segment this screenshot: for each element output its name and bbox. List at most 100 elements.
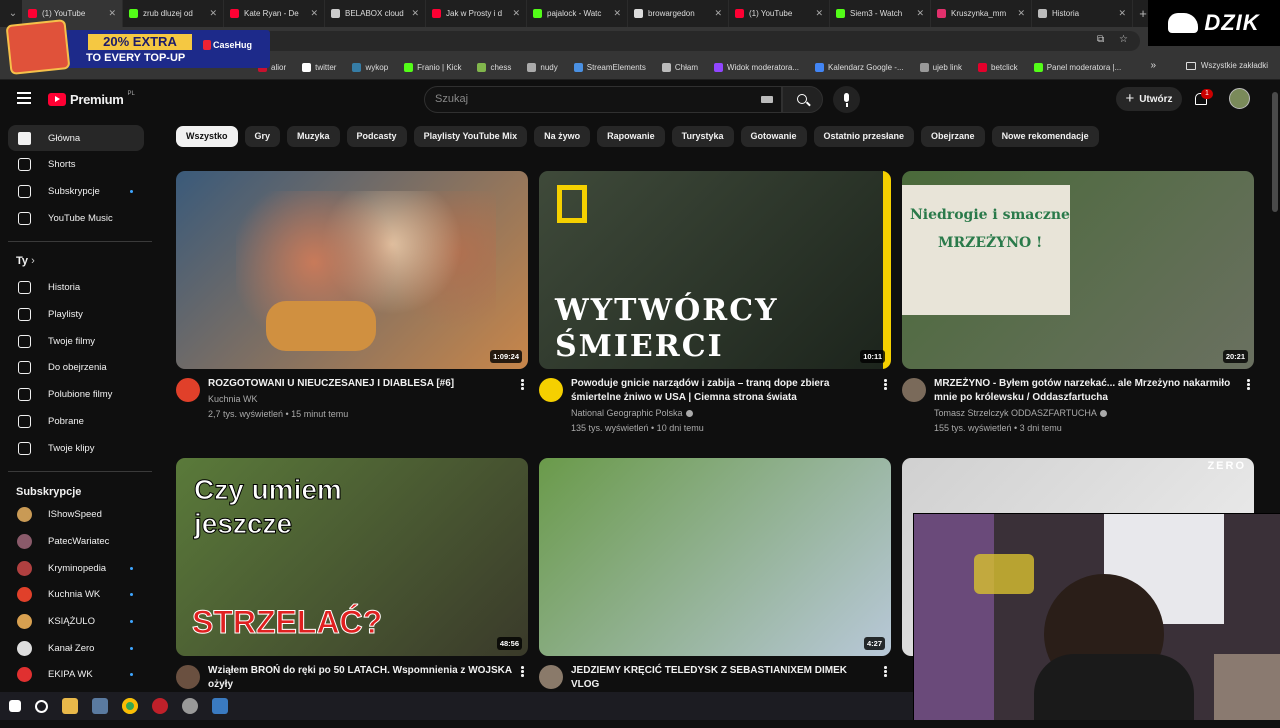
sidebar-item[interactable]: Do obejrzenia bbox=[8, 355, 144, 381]
settings-gear-icon[interactable] bbox=[182, 698, 198, 714]
close-tab-icon[interactable]: ✕ bbox=[209, 8, 217, 19]
sidebar-item[interactable]: Shorts bbox=[8, 152, 144, 178]
sidebar-item[interactable]: Twoje klipy bbox=[8, 435, 144, 461]
sidebar-item[interactable]: Historia bbox=[8, 275, 144, 301]
install-icon[interactable]: ⧉ bbox=[1097, 34, 1104, 45]
channel-avatar[interactable] bbox=[539, 665, 563, 689]
more-options-icon[interactable] bbox=[884, 666, 887, 677]
video-thumbnail[interactable]: Niedrogie i smaczne MRZEŻYNO ! 20:21 bbox=[902, 171, 1254, 369]
video-card[interactable]: Czy umiem jeszcze STRZELAĆ? 48:56 Wziąłem … bbox=[176, 458, 528, 728]
filter-chip[interactable]: Podcasty bbox=[346, 126, 407, 147]
bookmark-item[interactable]: Chłam bbox=[654, 62, 706, 72]
filter-chip[interactable]: Na żywo bbox=[534, 126, 591, 147]
close-tab-icon[interactable]: ✕ bbox=[1017, 8, 1025, 19]
filter-chip[interactable]: Rapowanie bbox=[597, 126, 665, 147]
youtube-logo[interactable]: Premium PL bbox=[48, 91, 135, 107]
page-scrollbar[interactable] bbox=[1272, 92, 1278, 212]
create-button[interactable]: + Utwórz bbox=[1116, 87, 1182, 111]
obs-icon[interactable] bbox=[152, 698, 168, 714]
close-tab-icon[interactable]: ✕ bbox=[411, 8, 419, 19]
voice-search-icon[interactable] bbox=[833, 86, 860, 113]
channel-name[interactable]: Tomasz Strzelczyk ODDASZFARTUCHA bbox=[934, 408, 1107, 418]
subscription-item[interactable]: Kuchnia WK bbox=[8, 582, 144, 608]
windows-start-icon[interactable] bbox=[9, 700, 21, 712]
subscription-item[interactable]: PatecWariatec bbox=[8, 528, 144, 554]
video-title[interactable]: Powoduje gnicie narządów i zabija – tran… bbox=[571, 377, 876, 405]
close-tab-icon[interactable]: ✕ bbox=[815, 8, 823, 19]
more-options-icon[interactable] bbox=[884, 379, 887, 390]
bookmark-item[interactable]: Franio | Kick bbox=[396, 62, 469, 72]
more-options-icon[interactable] bbox=[521, 379, 524, 390]
bookmark-item[interactable]: Widok moderatora... bbox=[706, 62, 807, 72]
search-button[interactable] bbox=[782, 86, 823, 113]
channel-avatar[interactable] bbox=[539, 378, 563, 402]
bookmark-item[interactable]: Kalendarz Google -... bbox=[807, 62, 912, 72]
sidebar-you-heading[interactable]: Ty › bbox=[16, 255, 35, 267]
menu-icon[interactable] bbox=[17, 92, 31, 104]
close-tab-icon[interactable]: ✕ bbox=[916, 8, 924, 19]
close-tab-icon[interactable]: ✕ bbox=[512, 8, 520, 19]
channel-avatar[interactable] bbox=[176, 665, 200, 689]
filter-chip[interactable]: Playlisty YouTube Mix bbox=[413, 126, 528, 147]
sidebar-item[interactable]: Twoje filmy bbox=[8, 328, 144, 354]
browser-tab[interactable]: (1) YouTube ✕ bbox=[729, 0, 830, 27]
more-options-icon[interactable] bbox=[521, 666, 524, 677]
channel-avatar[interactable] bbox=[176, 378, 200, 402]
video-card[interactable]: Niedrogie i smaczne MRZEŻYNO ! 20:21 MRZE… bbox=[902, 171, 1254, 441]
filter-chip[interactable]: Nowe rekomendacje bbox=[991, 126, 1099, 147]
filter-chip[interactable]: Muzyka bbox=[287, 126, 340, 147]
bookmark-item[interactable]: Panel moderatora |... bbox=[1026, 62, 1130, 72]
filter-chip[interactable]: Obejrzane bbox=[921, 126, 985, 147]
sidebar-item[interactable]: YouTube Music bbox=[8, 205, 144, 231]
filter-chip[interactable]: Turystyka bbox=[671, 126, 734, 147]
close-tab-icon[interactable]: ✕ bbox=[310, 8, 318, 19]
video-card[interactable]: 1:09:24 ROZGOTOWANI U NIEUCZESANEJ I DIA… bbox=[176, 171, 528, 441]
app-icon[interactable] bbox=[92, 698, 108, 714]
file-explorer-icon[interactable] bbox=[62, 698, 78, 714]
close-tab-icon[interactable]: ✕ bbox=[714, 8, 722, 19]
bookmark-item[interactable]: ujeb link bbox=[912, 62, 970, 72]
all-bookmarks[interactable]: » Wszystkie zakładki bbox=[1150, 60, 1268, 71]
channel-name[interactable]: Kuchnia WK bbox=[208, 394, 258, 404]
bookmark-star-icon[interactable]: ☆ bbox=[1119, 34, 1128, 45]
account-avatar[interactable] bbox=[1229, 88, 1250, 109]
video-card[interactable]: 4:27 JEDZIEMY KRĘCIĆ TELEDYSK Z SEBASTIA… bbox=[539, 458, 891, 728]
search-input[interactable]: Szukaj bbox=[424, 86, 782, 113]
video-thumbnail[interactable]: Czy umiem jeszcze STRZELAĆ? 48:56 bbox=[176, 458, 528, 656]
bookmark-item[interactable]: chess bbox=[469, 62, 519, 72]
browser-tab[interactable]: BELABOX cloud ✕ bbox=[325, 0, 426, 27]
bookmark-item[interactable]: twitter bbox=[294, 62, 344, 72]
browser-tab[interactable]: Kruszynka_mm ✕ bbox=[931, 0, 1032, 27]
bookmarks-more-icon[interactable]: » bbox=[1150, 60, 1156, 71]
sidebar-item[interactable]: Polubione filmy bbox=[8, 382, 144, 408]
keyboard-icon[interactable] bbox=[761, 96, 773, 103]
channel-avatar[interactable] bbox=[902, 378, 926, 402]
browser-tab[interactable]: Jak w Prosty i d ✕ bbox=[426, 0, 527, 27]
subscription-item[interactable]: KSIĄŻULO bbox=[8, 609, 144, 635]
video-thumbnail[interactable]: WYTWÓRCY ŚMIERCI 10:11 bbox=[539, 171, 891, 369]
browser-tab[interactable]: pajalock - Watc ✕ bbox=[527, 0, 628, 27]
filter-chip[interactable]: Gry bbox=[244, 126, 281, 147]
taskbar-search-icon[interactable] bbox=[35, 699, 48, 713]
filter-chip[interactable]: Gotowanie bbox=[740, 126, 807, 147]
subscription-item[interactable]: Kryminopedia bbox=[8, 555, 144, 581]
video-title[interactable]: Wziąłem BROŃ do ręki po 50 LATACH. Wspom… bbox=[208, 664, 513, 692]
bookmark-item[interactable]: nudy bbox=[519, 62, 565, 72]
subscription-item[interactable]: IShowSpeed bbox=[8, 502, 144, 528]
close-tab-icon[interactable]: ✕ bbox=[108, 8, 116, 19]
sidebar-item[interactable]: Playlisty bbox=[8, 302, 144, 328]
sidebar-item[interactable]: Główna bbox=[8, 125, 144, 151]
bookmark-item[interactable]: betclick bbox=[970, 62, 1026, 72]
video-thumbnail[interactable]: 1:09:24 bbox=[176, 171, 528, 369]
channel-name[interactable]: National Geographic Polska bbox=[571, 408, 693, 418]
sidebar-item[interactable]: Subskrypcje bbox=[8, 178, 144, 204]
subscription-item[interactable]: Kanał Zero bbox=[8, 635, 144, 661]
video-card[interactable]: WYTWÓRCY ŚMIERCI 10:11 Powoduje gnicie na… bbox=[539, 171, 891, 441]
chrome-icon[interactable] bbox=[122, 698, 138, 714]
more-options-icon[interactable] bbox=[1247, 379, 1250, 390]
browser-tab[interactable]: Siem3 - Watch ✕ bbox=[830, 0, 931, 27]
close-tab-icon[interactable]: ✕ bbox=[1118, 8, 1126, 19]
close-tab-icon[interactable]: ✕ bbox=[613, 8, 621, 19]
video-thumbnail[interactable]: 4:27 bbox=[539, 458, 891, 656]
browser-tab[interactable]: Historia ✕ bbox=[1032, 0, 1133, 27]
